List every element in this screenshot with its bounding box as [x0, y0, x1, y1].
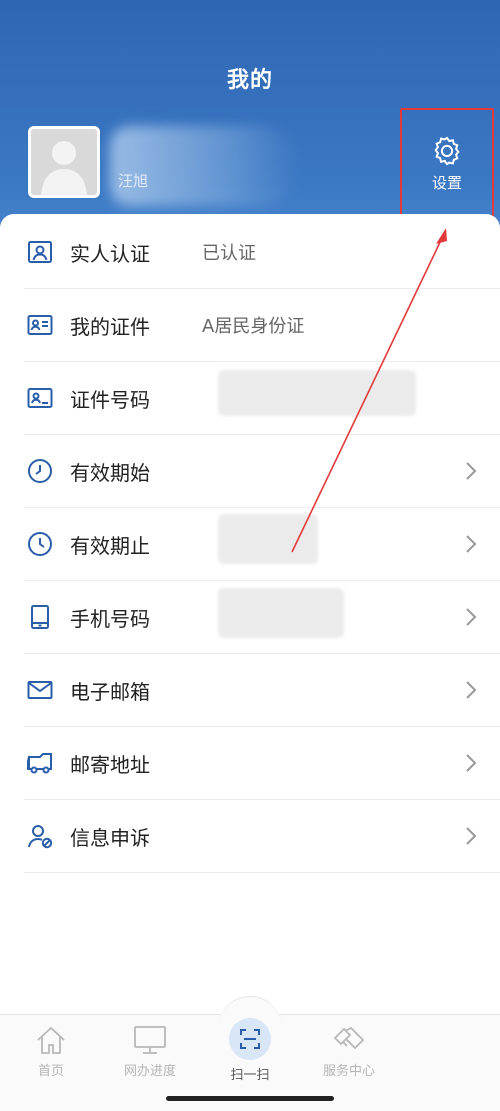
row-label: 电子邮箱: [70, 679, 150, 704]
truck-icon: [24, 747, 56, 779]
clock-end-icon: [24, 528, 56, 560]
avatar-placeholder-icon: [41, 141, 87, 195]
row-label: 证件号码: [70, 387, 150, 412]
username: 汪旭: [118, 172, 149, 190]
row-label: 有效期始: [70, 460, 150, 485]
phone-icon: [24, 601, 56, 633]
row-value: A居民身份证: [202, 316, 305, 337]
handshake-icon: [333, 1026, 365, 1050]
tab-progress[interactable]: 网办进度: [105, 1024, 195, 1079]
scan-icon: [240, 1029, 260, 1049]
tab-home[interactable]: 首页: [6, 1024, 96, 1079]
row-label: 实人认证: [70, 241, 150, 266]
row-value: 已认证: [202, 243, 256, 264]
settings-label: 设置: [431, 174, 462, 192]
row-label: 有效期止: [70, 533, 150, 558]
row-label: 邮寄地址: [70, 752, 150, 777]
id-number-redaction: [218, 370, 416, 416]
row-email[interactable]: 电子邮箱: [24, 654, 500, 727]
row-my-id[interactable]: 我的证件 A居民身份证: [24, 289, 500, 362]
tab-label: 服务中心: [322, 1064, 375, 1079]
gear-icon: [434, 136, 460, 166]
id-card-icon: [24, 309, 56, 341]
chevron-right-icon: [466, 535, 477, 553]
clock-start-icon: [24, 455, 56, 487]
chevron-right-icon: [466, 754, 477, 772]
tab-service-center[interactable]: 服务中心: [304, 1024, 394, 1079]
row-real-name-auth[interactable]: 实人认证 已认证: [24, 216, 500, 289]
tab-label: 首页: [37, 1064, 64, 1079]
tab-scan[interactable]: 扫一扫: [205, 1018, 295, 1083]
mail-icon: [24, 674, 56, 706]
person-card-icon: [24, 236, 56, 268]
chevron-right-icon: [466, 827, 477, 845]
phone-redaction: [218, 588, 344, 638]
avatar[interactable]: [28, 126, 100, 198]
name-redaction: [110, 126, 300, 206]
page-title: 我的: [226, 68, 273, 93]
scan-button[interactable]: [229, 1018, 271, 1060]
home-icon: [37, 1026, 65, 1054]
home-indicator: [166, 1096, 334, 1101]
tab-label: 网办进度: [123, 1064, 176, 1079]
monitor-icon: [134, 1026, 166, 1054]
appeal-icon: [24, 820, 56, 852]
row-label: 信息申诉: [70, 825, 150, 850]
tab-label: 扫一扫: [230, 1068, 270, 1083]
row-label: 我的证件: [70, 314, 150, 339]
settings-button[interactable]: 设置: [400, 108, 494, 228]
valid-to-redaction: [218, 514, 318, 564]
chevron-right-icon: [466, 462, 477, 480]
id-number-icon: [24, 382, 56, 414]
row-label: 手机号码: [70, 606, 150, 631]
row-valid-from[interactable]: 有效期始: [24, 435, 500, 508]
row-mail-address[interactable]: 邮寄地址: [24, 727, 500, 800]
chevron-right-icon: [466, 608, 477, 626]
chevron-right-icon: [466, 681, 477, 699]
row-info-appeal[interactable]: 信息申诉: [24, 800, 500, 873]
